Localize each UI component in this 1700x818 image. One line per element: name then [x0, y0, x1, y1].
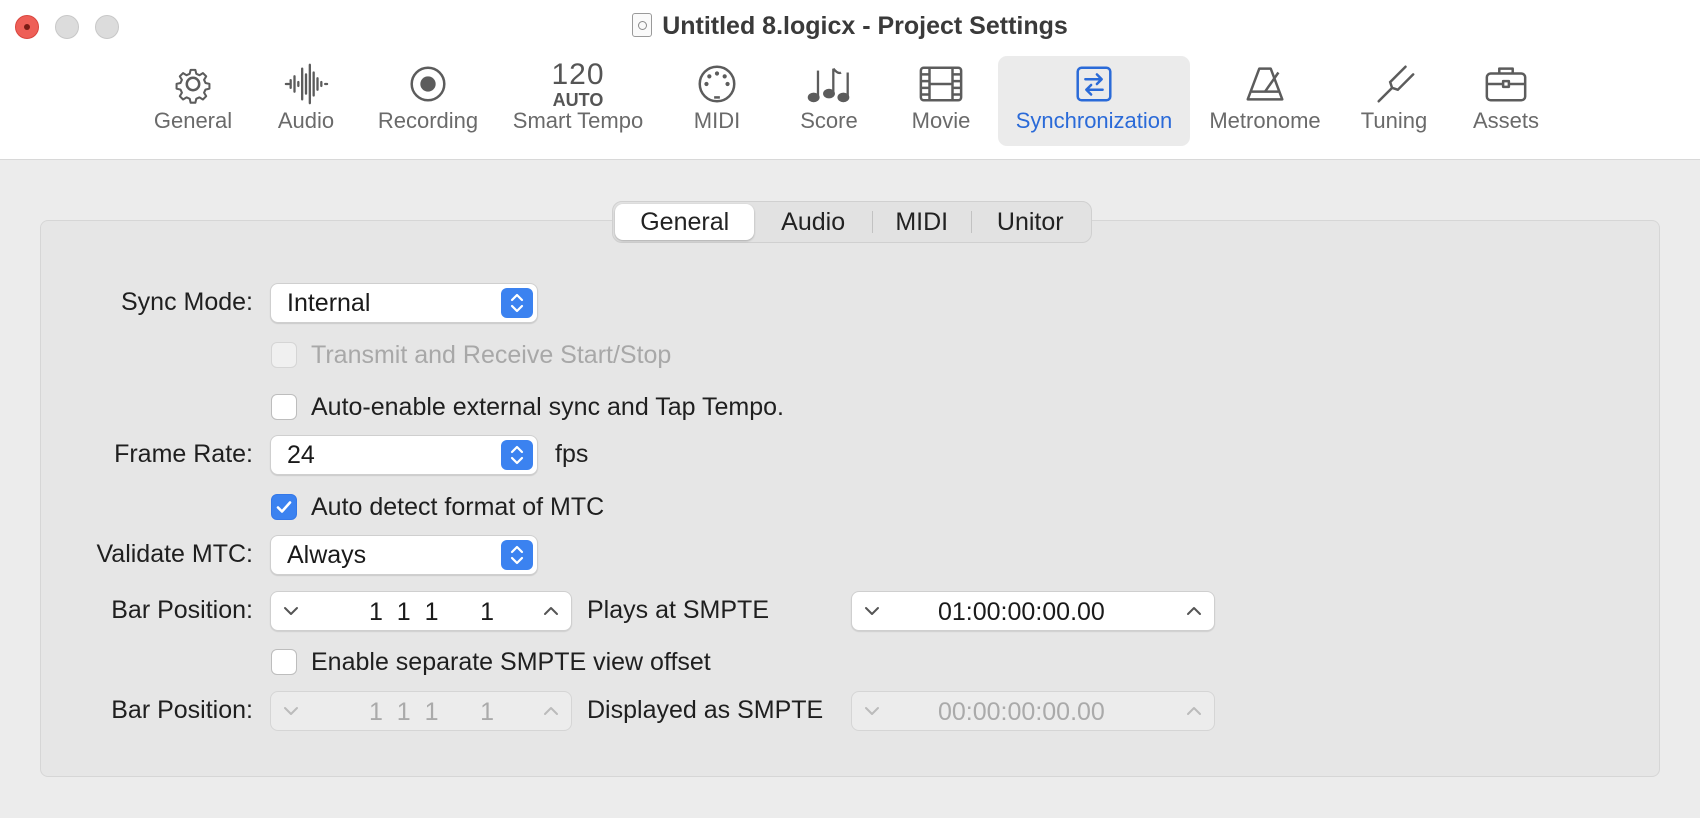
- toolbar-item-score[interactable]: Score: [785, 56, 873, 146]
- toolbar-label-movie: Movie: [911, 108, 971, 133]
- toolbar-item-general[interactable]: General: [143, 56, 243, 146]
- transmit-receive-checkbox[interactable]: [271, 342, 297, 368]
- chevron-up-down-icon: [501, 440, 533, 470]
- chevron-down-icon[interactable]: [862, 601, 882, 621]
- film-icon: [897, 56, 985, 112]
- briefcase-icon: [1462, 56, 1550, 112]
- auto-detect-checkbox[interactable]: [271, 494, 297, 520]
- validate-mtc-value: Always: [287, 540, 367, 569]
- smpte-position-value: 01:00:00:00.00: [938, 598, 1105, 626]
- smpte-position-field[interactable]: 01:00:00:00.00: [851, 591, 1215, 631]
- project-settings-window: Untitled 8.logicx - Project Settings Gen…: [0, 0, 1700, 818]
- sync-arrows-icon: [998, 56, 1190, 112]
- bar-position-value: 1 1 1 1: [369, 598, 495, 626]
- tab-audio[interactable]: Audio: [754, 204, 872, 240]
- chevron-up-down-icon: [501, 540, 533, 570]
- frame-rate-value: 24: [287, 440, 315, 469]
- toolbar-item-smart-tempo[interactable]: 120 AUTO Smart Tempo: [506, 56, 650, 146]
- chevron-up-icon: [1187, 707, 1201, 715]
- tab-general[interactable]: General: [615, 204, 755, 240]
- toolbar-item-tuning[interactable]: Tuning: [1350, 56, 1438, 146]
- chevron-up-icon[interactable]: [541, 601, 561, 621]
- metronome-icon: [1202, 56, 1328, 112]
- frame-rate-popup[interactable]: 24: [270, 435, 538, 475]
- frame-rate-label: Frame Rate:: [114, 440, 253, 468]
- toolbar-label-metronome: Metronome: [1209, 108, 1321, 133]
- waveform-icon: [262, 56, 350, 112]
- toolbar-label-score: Score: [800, 108, 858, 133]
- toolbar-item-recording[interactable]: Recording: [372, 56, 484, 146]
- document-icon: [632, 13, 653, 37]
- toolbar-item-movie[interactable]: Movie: [897, 56, 985, 146]
- chevron-up-icon: [544, 707, 558, 715]
- smart-tempo-icon: 120 AUTO: [506, 56, 650, 112]
- frame-rate-unit: fps: [555, 440, 589, 468]
- transmit-receive-label: Transmit and Receive Start/Stop: [311, 341, 672, 369]
- chevron-up-down-icon: [501, 288, 533, 318]
- toolbar-item-audio[interactable]: Audio: [262, 56, 350, 146]
- bar-position-display-field[interactable]: 1 1 1 1: [270, 691, 572, 731]
- sync-mode-label: Sync Mode:: [120, 288, 253, 316]
- bar-position-display-value: 1 1 1 1: [369, 698, 495, 726]
- sync-tabs: General Audio MIDI Unitor: [612, 201, 1092, 243]
- separate-offset-checkbox[interactable]: [271, 649, 297, 675]
- tab-unitor[interactable]: Unitor: [972, 204, 1090, 240]
- auto-enable-label: Auto-enable external sync and Tap Tempo.: [311, 393, 784, 421]
- validate-mtc-popup[interactable]: Always: [270, 535, 538, 575]
- toolbar-label-synchronization: Synchronization: [1015, 108, 1173, 133]
- validate-mtc-label: Validate MTC:: [96, 540, 253, 568]
- toolbar-label-midi: MIDI: [693, 108, 741, 133]
- toolbar-item-midi[interactable]: MIDI: [673, 56, 761, 146]
- toolbar-item-assets[interactable]: Assets: [1462, 56, 1550, 146]
- toolbar-label-general: General: [153, 108, 233, 133]
- record-icon: [372, 56, 484, 112]
- midi-port-icon: [673, 56, 761, 112]
- checkmark-icon: [276, 501, 292, 513]
- smpte-display-value: 00:00:00:00.00: [938, 698, 1105, 726]
- auto-enable-checkbox[interactable]: [271, 394, 297, 420]
- toolbar-label-smart-tempo: Smart Tempo: [512, 108, 644, 133]
- smart-tempo-icon-auto: AUTO: [552, 89, 604, 110]
- plays-at-smpte-label: Plays at SMPTE: [587, 596, 769, 624]
- toolbar-label-audio: Audio: [277, 108, 335, 133]
- smpte-display-field[interactable]: 00:00:00:00.00: [851, 691, 1215, 731]
- chevron-up-icon[interactable]: [1184, 601, 1204, 621]
- sync-mode-value: Internal: [287, 288, 371, 317]
- auto-detect-label: Auto detect format of MTC: [311, 493, 605, 521]
- separate-offset-label: Enable separate SMPTE view offset: [311, 648, 711, 676]
- tab-midi[interactable]: MIDI: [873, 204, 971, 240]
- window-title-text: Untitled 8.logicx - Project Settings: [662, 12, 1068, 40]
- bar-position-field[interactable]: 1 1 1 1: [270, 591, 572, 631]
- toolbar-item-metronome[interactable]: Metronome: [1202, 56, 1328, 146]
- window-title: Untitled 8.logicx - Project Settings: [0, 12, 1700, 41]
- bar-position-display-label: Bar Position:: [111, 696, 253, 724]
- bar-position-label: Bar Position:: [111, 596, 253, 624]
- displayed-as-smpte-label: Displayed as SMPTE: [587, 696, 824, 724]
- chevron-down-icon: [865, 707, 879, 715]
- toolbar-label-recording: Recording: [377, 108, 479, 133]
- tuning-fork-icon: [1350, 56, 1438, 112]
- chevron-down-icon: [284, 707, 298, 715]
- toolbar-item-synchronization[interactable]: Synchronization: [998, 56, 1190, 146]
- gear-icon: [143, 56, 243, 112]
- toolbar-label-tuning: Tuning: [1360, 108, 1428, 133]
- sync-mode-popup[interactable]: Internal: [270, 283, 538, 323]
- toolbar-label-assets: Assets: [1472, 108, 1540, 133]
- settings-toolbar: General Audio Recording 120 AUTO Smart T…: [0, 56, 1700, 146]
- title-toolbar-area: Untitled 8.logicx - Project Settings Gen…: [0, 0, 1700, 160]
- smart-tempo-icon-number: 120: [551, 57, 605, 91]
- chevron-down-icon[interactable]: [281, 601, 301, 621]
- music-notes-icon: [785, 56, 873, 112]
